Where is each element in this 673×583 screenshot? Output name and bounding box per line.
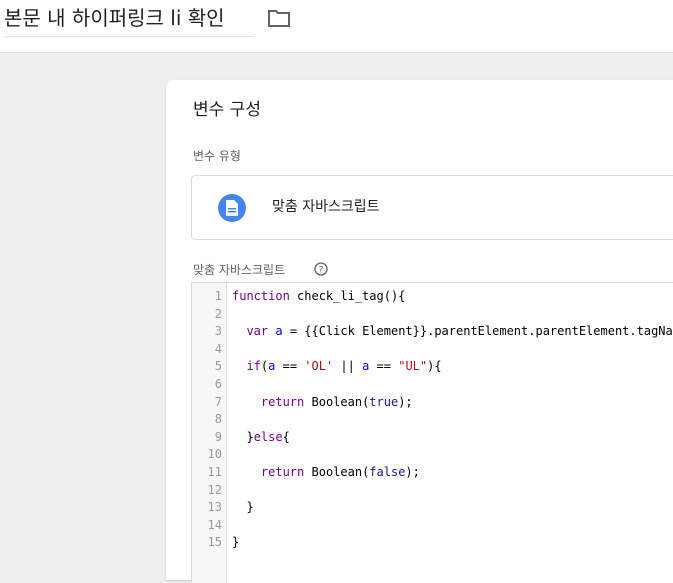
line-number: 2 [214,306,222,321]
line-number: 5 [214,359,222,374]
line-number: 1 [214,289,222,303]
line-number: 14 [207,517,222,532]
code-line: 9 }else{ [192,429,673,447]
script-label: 맞춤 자바스크립트 [193,263,286,277]
line-number: 7 [214,394,222,409]
code-line: 8 [192,411,673,429]
code-line: 3 var a = {{Click Element}}.parentElemen… [192,323,673,341]
code-line: 15} [192,534,673,552]
variable-type-label: 변수 유형 [193,149,241,163]
top-bar: 본문 내 하이퍼링크 li 확인 [0,0,673,53]
line-number: 9 [214,429,222,444]
line-number: 12 [207,482,222,497]
document-icon [218,194,246,222]
code-line: 1 function check_li_tag(){ [192,288,673,306]
page-title[interactable]: 본문 내 하이퍼링크 li 확인 [4,4,225,32]
code-text: if(a == 'OL' || a == "UL"){ [246,359,442,374]
line-number: 10 [207,447,222,462]
line-number: 15 [207,535,222,550]
code-line: 10 [192,446,673,464]
code-text: return Boolean(false); [260,465,420,479]
code-text: function check_li_tag(){ [232,289,406,303]
card-title: 변수 구성 [193,100,261,120]
code-editor[interactable]: 1 function check_li_tag(){ 2 3 var a = {{Cl… [191,282,673,583]
variable-type-value: 맞춤 자바스크립트 [272,199,380,215]
line-number: 11 [207,465,222,479]
code-line: 13 } [192,499,673,517]
line-number: 13 [207,500,222,515]
line-number: 3 [214,324,222,339]
help-icon[interactable]: ? [314,262,328,276]
title-underline [4,36,254,37]
folder-icon[interactable] [267,8,291,28]
code-line: 14 [192,517,673,535]
code-line: 4 [192,341,673,359]
code-line: 2 [192,306,673,324]
code-line: 5 if(a == 'OL' || a == "UL"){ [192,358,673,376]
line-number: 6 [214,377,222,391]
code-text: } [232,500,254,515]
code-text: } [232,535,240,550]
variable-type-box[interactable]: 맞춤 자바스크립트 [191,175,673,240]
code-text: }else{ [232,429,290,444]
code-text: return Boolean(true); [260,394,413,409]
code-line: 7 return Boolean(true); [192,394,673,412]
line-number: 4 [214,341,222,356]
code-line: 11 return Boolean(false); [192,464,673,482]
code-line: 12 [192,482,673,500]
variable-config-card: 변수 구성 변수 유형 맞춤 자바스크립트 맞춤 자바스크립트 ? 1 funct… [166,80,673,583]
code-line: 6 [192,376,673,394]
svg-text:?: ? [319,266,324,276]
line-number: 8 [214,412,222,427]
code-text: var a = {{Click Element}}.parentElement.… [246,324,673,339]
